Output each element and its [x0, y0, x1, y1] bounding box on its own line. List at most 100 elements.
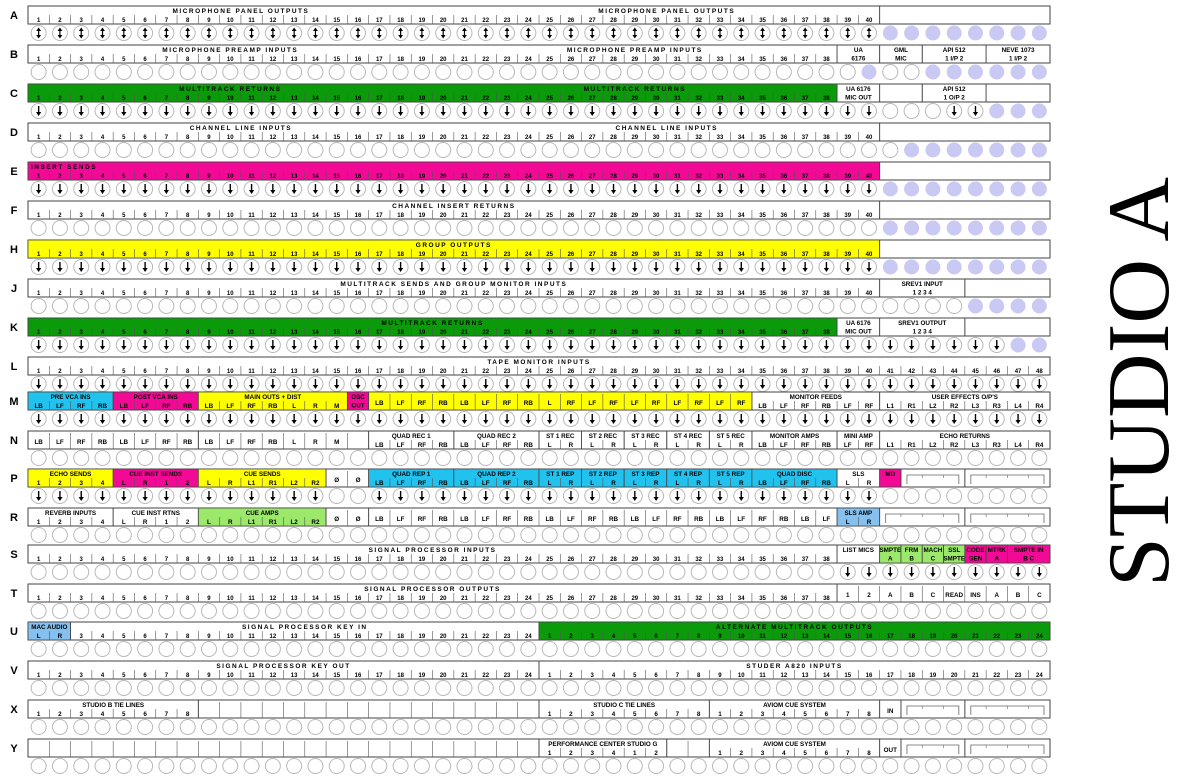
- patch-jack[interactable]: [1031, 488, 1048, 504]
- patch-jack[interactable]: [733, 680, 750, 696]
- patch-jack[interactable]: [499, 337, 516, 353]
- patch-jack[interactable]: [861, 603, 878, 619]
- patch-jack[interactable]: [626, 758, 643, 774]
- patch-jack[interactable]: [711, 25, 728, 41]
- patch-jack[interactable]: [499, 181, 516, 197]
- patch-jack[interactable]: [73, 64, 90, 80]
- patch-jack[interactable]: [839, 680, 856, 696]
- patch-jack[interactable]: [775, 64, 792, 80]
- patch-jack[interactable]: [328, 488, 345, 504]
- patch-jack[interactable]: [967, 450, 984, 466]
- patch-jack[interactable]: [861, 103, 878, 119]
- patch-jack[interactable]: [733, 298, 750, 314]
- patch-jack[interactable]: [584, 719, 601, 735]
- patch-jack[interactable]: [775, 103, 792, 119]
- patch-jack[interactable]: [754, 758, 771, 774]
- patch-jack[interactable]: [775, 450, 792, 466]
- patch-jack[interactable]: [200, 719, 217, 735]
- patch-jack[interactable]: [605, 411, 622, 427]
- patch-jack[interactable]: [286, 298, 303, 314]
- patch-jack[interactable]: [137, 64, 154, 80]
- patch-jack[interactable]: [371, 680, 388, 696]
- patch-jack[interactable]: [711, 142, 728, 158]
- patch-jack[interactable]: [733, 25, 750, 41]
- patch-jack[interactable]: [350, 25, 367, 41]
- patch-jack[interactable]: [967, 337, 984, 353]
- patch-jack[interactable]: [775, 641, 792, 657]
- patch-jack[interactable]: [222, 376, 239, 392]
- patch-jack[interactable]: [818, 337, 835, 353]
- patch-jack[interactable]: [499, 719, 516, 735]
- patch-jack[interactable]: [243, 641, 260, 657]
- patch-jack[interactable]: [648, 680, 665, 696]
- patch-jack[interactable]: [924, 680, 941, 696]
- patch-jack[interactable]: [115, 527, 132, 543]
- patch-jack[interactable]: [286, 411, 303, 427]
- patch-jack[interactable]: [541, 25, 558, 41]
- patch-jack[interactable]: [179, 25, 196, 41]
- patch-jack[interactable]: [264, 181, 281, 197]
- patch-jack[interactable]: [477, 411, 494, 427]
- patch-jack[interactable]: [626, 103, 643, 119]
- patch-jack[interactable]: [350, 411, 367, 427]
- patch-jack[interactable]: [520, 527, 537, 543]
- patch-jack[interactable]: [946, 603, 963, 619]
- patch-jack[interactable]: [733, 603, 750, 619]
- patch-jack[interactable]: [669, 641, 686, 657]
- patch-jack[interactable]: [179, 719, 196, 735]
- patch-jack[interactable]: [158, 64, 175, 80]
- patch-jack[interactable]: [924, 103, 941, 119]
- patch-jack[interactable]: [286, 337, 303, 353]
- patch-jack[interactable]: [328, 298, 345, 314]
- patch-jack[interactable]: [818, 719, 835, 735]
- patch-jack[interactable]: [371, 259, 388, 275]
- patch-jack[interactable]: [584, 411, 601, 427]
- patch-jack[interactable]: [584, 298, 601, 314]
- patch-jack[interactable]: [669, 411, 686, 427]
- patch-jack[interactable]: [711, 181, 728, 197]
- patch-jack[interactable]: [328, 450, 345, 466]
- patch-jack[interactable]: [222, 259, 239, 275]
- patch-jack[interactable]: [733, 641, 750, 657]
- patch-jack[interactable]: [648, 259, 665, 275]
- patch-jack[interactable]: [350, 376, 367, 392]
- patch-jack[interactable]: [94, 450, 111, 466]
- patch-jack[interactable]: [967, 641, 984, 657]
- patch-jack[interactable]: [520, 25, 537, 41]
- patch-jack[interactable]: [626, 337, 643, 353]
- patch-jack[interactable]: [711, 103, 728, 119]
- patch-jack[interactable]: [499, 603, 516, 619]
- patch-jack[interactable]: [690, 641, 707, 657]
- patch-jack[interactable]: [435, 450, 452, 466]
- patch-jack[interactable]: [222, 488, 239, 504]
- patch-jack[interactable]: [967, 142, 983, 158]
- patch-jack[interactable]: [30, 450, 47, 466]
- patch-jack[interactable]: [51, 603, 68, 619]
- patch-jack[interactable]: [967, 411, 984, 427]
- patch-jack[interactable]: [115, 641, 132, 657]
- patch-jack[interactable]: [904, 220, 920, 236]
- patch-jack[interactable]: [456, 259, 473, 275]
- patch-jack[interactable]: [179, 411, 196, 427]
- patch-jack[interactable]: [1031, 298, 1047, 314]
- patch-jack[interactable]: [626, 376, 643, 392]
- patch-jack[interactable]: [413, 181, 430, 197]
- patch-jack[interactable]: [648, 564, 665, 580]
- patch-jack[interactable]: [882, 450, 899, 466]
- patch-jack[interactable]: [648, 411, 665, 427]
- patch-jack[interactable]: [200, 527, 217, 543]
- patch-jack[interactable]: [669, 337, 686, 353]
- patch-jack[interactable]: [30, 337, 47, 353]
- patch-jack[interactable]: [477, 564, 494, 580]
- patch-jack[interactable]: [818, 603, 835, 619]
- patch-jack[interactable]: [967, 527, 984, 543]
- patch-jack[interactable]: [477, 103, 494, 119]
- patch-jack[interactable]: [946, 719, 963, 735]
- patch-jack[interactable]: [648, 603, 665, 619]
- patch-jack[interactable]: [328, 142, 345, 158]
- patch-jack[interactable]: [328, 411, 345, 427]
- patch-jack[interactable]: [711, 411, 728, 427]
- patch-jack[interactable]: [733, 259, 750, 275]
- patch-jack[interactable]: [988, 680, 1005, 696]
- patch-jack[interactable]: [754, 450, 771, 466]
